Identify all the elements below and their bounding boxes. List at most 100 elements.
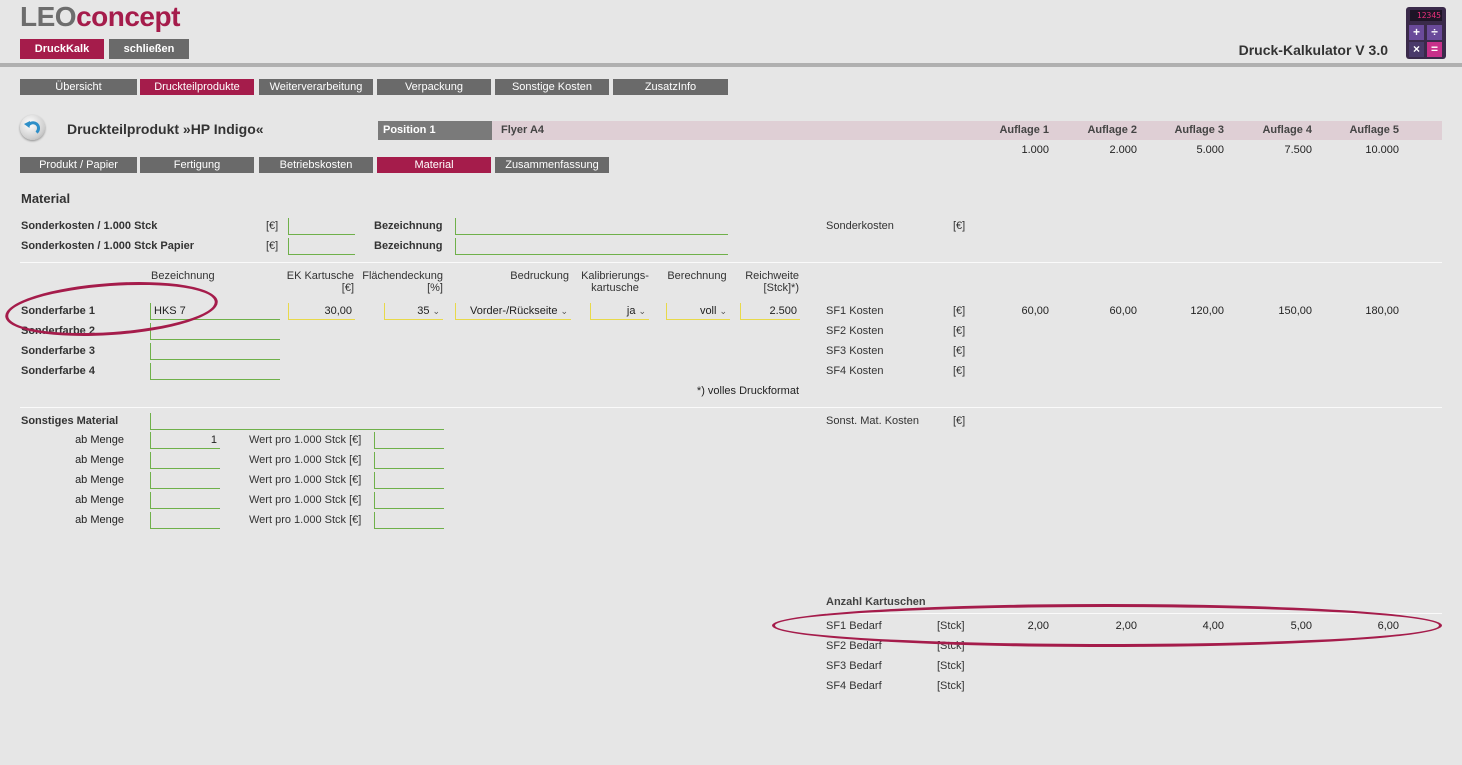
ab-menge-label: ab Menge — [75, 454, 124, 466]
auflage-value-2: 2.000 — [1109, 144, 1137, 156]
tab-zusatzinfo[interactable]: ZusatzInfo — [613, 79, 728, 95]
ab-menge-input[interactable] — [150, 452, 220, 469]
wert-label: Wert pro 1.000 Stck [€] — [249, 494, 362, 506]
chevron-down-icon: ⌄ — [560, 306, 568, 316]
wert-input[interactable] — [374, 452, 444, 469]
tab-fertigung[interactable]: Fertigung — [140, 157, 254, 173]
calculator-icon[interactable]: 12345 + ÷ × = — [1406, 7, 1446, 59]
col-header-kalibrierung: Kalibrierungs- kartusche — [580, 270, 650, 294]
bezeichnung-input[interactable] — [455, 218, 728, 235]
sonderfarbe-2-name-input[interactable] — [150, 323, 280, 340]
kalibrierung-select[interactable]: ja ⌄ — [590, 303, 649, 320]
col-header-rw-line1: Reichweite — [745, 270, 799, 282]
section-divider — [20, 407, 1442, 408]
bezeichnung-papier-input[interactable] — [455, 238, 728, 255]
sf1-bedarf-value-3: 4,00 — [1202, 620, 1224, 632]
tab-weiterverarbeitung[interactable]: Weiterverarbeitung — [259, 79, 373, 95]
tab-sonstige-kosten[interactable]: Sonstige Kosten — [495, 79, 609, 95]
tab-druckteilprodukte[interactable]: Druckteilprodukte — [140, 79, 254, 95]
col-header-fd-line2: [%] — [427, 282, 443, 294]
sonderkosten-papier-unit: [€] — [266, 240, 279, 252]
sonderkosten-result-unit: [€] — [953, 220, 966, 232]
multiply-icon: × — [1409, 42, 1424, 57]
sf3-bedarf-unit: [Stck] — [937, 660, 965, 672]
ab-menge-input[interactable] — [150, 512, 220, 529]
position-label: Position 1 — [378, 121, 492, 140]
logo-concept: concept — [76, 1, 180, 32]
auflage-label-2: Auflage 2 — [1087, 124, 1137, 136]
chevron-down-icon: ⌄ — [719, 306, 727, 316]
sf4-bedarf-unit: [Stck] — [937, 680, 965, 692]
sf1-kosten-value-1: 60,00 — [1021, 305, 1049, 317]
ek-kartusche-input[interactable]: 30,00 — [288, 303, 355, 320]
wert-input[interactable] — [374, 492, 444, 509]
sonderkosten-papier-input[interactable] — [288, 238, 355, 255]
sf1-bedarf-value-5: 6,00 — [1377, 620, 1399, 632]
auflage-value-1: 1.000 — [1021, 144, 1049, 156]
tab-uebersicht[interactable]: Übersicht — [20, 79, 137, 95]
col-header-kal-line1: Kalibrierungs- — [581, 270, 649, 282]
divide-icon: ÷ — [1427, 25, 1442, 40]
sf1-bedarf-label: SF1 Bedarf — [826, 620, 882, 632]
sonst-mat-kosten-unit: [€] — [953, 415, 966, 427]
wert-label: Wert pro 1.000 Stck [€] — [249, 514, 362, 526]
sf1-kosten-label: SF1 Kosten — [826, 305, 884, 317]
auflage-value-5: 10.000 — [1365, 144, 1399, 156]
ab-menge-input[interactable]: 1 — [150, 432, 220, 449]
plus-icon: + — [1409, 25, 1424, 40]
position-name: Flyer A4 — [501, 124, 545, 136]
sonderfarbe-4-label: Sonderfarbe 4 — [21, 365, 95, 377]
reichweite-input[interactable]: 2.500 — [740, 303, 800, 320]
berechnung-value: voll — [699, 305, 717, 317]
close-button[interactable]: schließen — [109, 39, 189, 59]
tab-material[interactable]: Material — [377, 157, 491, 173]
col-header-ek-line2: [€] — [341, 282, 354, 294]
sf1-kosten-value-4: 150,00 — [1278, 305, 1312, 317]
berechnung-select[interactable]: voll ⌄ — [666, 303, 730, 320]
auflage-label-3: Auflage 3 — [1174, 124, 1224, 136]
wert-label: Wert pro 1.000 Stck [€] — [249, 434, 362, 446]
sf1-kosten-value-5: 180,00 — [1365, 305, 1399, 317]
calculator-display: 12345 — [1410, 10, 1442, 21]
sf3-bedarf-label: SF3 Bedarf — [826, 660, 882, 672]
ab-menge-input[interactable] — [150, 492, 220, 509]
sf4-kosten-unit: [€] — [953, 365, 966, 377]
wert-input[interactable] — [374, 432, 444, 449]
col-header-fd-line1: Flächendeckung — [362, 270, 443, 282]
flaechendeckung-value: 35 — [417, 305, 430, 317]
wert-input[interactable] — [374, 512, 444, 529]
sonstiges-material-input[interactable] — [150, 413, 444, 430]
kartuschen-divider — [826, 613, 1442, 614]
ab-menge-label: ab Menge — [75, 494, 124, 506]
sonderkosten-input[interactable] — [288, 218, 355, 235]
tab-betriebskosten[interactable]: Betriebskosten — [259, 157, 373, 173]
sonderfarbe-2-label: Sonderfarbe 2 — [21, 325, 95, 337]
sf3-kosten-label: SF3 Kosten — [826, 345, 884, 357]
footnote: *) volles Druckformat — [696, 385, 799, 397]
tab-zusammenfassung[interactable]: Zusammenfassung — [495, 157, 609, 173]
sonderfarbe-1-name-input[interactable]: HKS 7 — [150, 303, 280, 320]
sf1-kosten-value-2: 60,00 — [1109, 305, 1137, 317]
tab-verpackung[interactable]: Verpackung — [377, 79, 491, 95]
header-divider — [0, 63, 1462, 67]
col-header-bedruckung: Bedruckung — [510, 270, 569, 282]
auflage-value-4: 7.500 — [1284, 144, 1312, 156]
sonderfarbe-3-label: Sonderfarbe 3 — [21, 345, 95, 357]
druckkalk-button[interactable]: DruckKalk — [20, 39, 104, 59]
bedruckung-select[interactable]: Vorder-/Rückseite ⌄ — [455, 303, 571, 320]
sonderfarbe-4-name-input[interactable] — [150, 363, 280, 380]
flaechendeckung-select[interactable]: 35 ⌄ — [384, 303, 443, 320]
sonderkosten-result-label: Sonderkosten — [826, 220, 894, 232]
app-title: Druck-Kalkulator V 3.0 — [1238, 42, 1388, 58]
tab-produkt-papier[interactable]: Produkt / Papier — [20, 157, 137, 173]
wert-input[interactable] — [374, 472, 444, 489]
col-header-berechnung: Berechnung — [667, 270, 727, 282]
kartuschen-title: Anzahl Kartuschen — [826, 596, 926, 608]
sf4-kosten-label: SF4 Kosten — [826, 365, 884, 377]
ab-menge-input[interactable] — [150, 472, 220, 489]
sonderfarbe-3-name-input[interactable] — [150, 343, 280, 360]
section-divider — [20, 262, 1442, 263]
sonderkosten-label: Sonderkosten / 1.000 Stck — [21, 220, 158, 232]
wert-label: Wert pro 1.000 Stck [€] — [249, 474, 362, 486]
back-icon[interactable] — [20, 115, 45, 140]
